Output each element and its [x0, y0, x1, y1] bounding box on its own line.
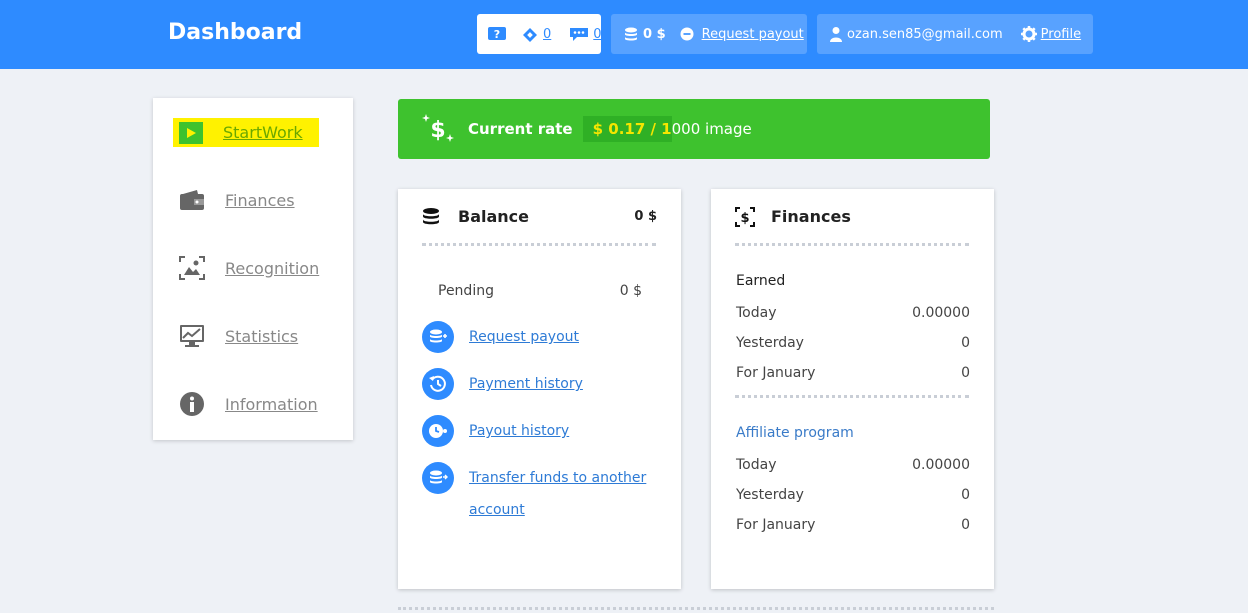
sidebar-item-label[interactable]: Statistics	[225, 327, 298, 346]
finances-card: $ Finances Earned Today 0.00000 Yesterda…	[711, 189, 994, 589]
earned-label: Earned	[736, 273, 786, 289]
payment-history-row[interactable]: Payment history	[422, 368, 649, 400]
request-payout-link[interactable]: Request payout	[702, 27, 804, 42]
info-icon	[177, 389, 207, 419]
row-value: 0	[961, 335, 970, 351]
earned-today-row: Today 0.00000	[736, 305, 970, 321]
row-label: Today	[736, 457, 777, 473]
row-value: 0	[961, 517, 970, 533]
rate-unit: 000 image	[671, 120, 752, 138]
gear-icon	[1020, 26, 1037, 42]
divider	[422, 243, 656, 246]
earned-month-row: For January 0	[736, 365, 970, 381]
earned-yesterday-row: Yesterday 0	[736, 335, 970, 351]
row-value: 0.00000	[912, 457, 970, 473]
pending-row: Pending 0 $	[438, 283, 642, 299]
coins-transfer-icon	[422, 462, 454, 494]
user-email: ozan.sen85@gmail.com	[847, 26, 1003, 42]
payment-history-link[interactable]: Payment history	[469, 368, 649, 400]
row-value: 0	[961, 487, 970, 503]
bottom-divider	[398, 607, 994, 610]
request-payout-link[interactable]: Request payout	[469, 321, 649, 353]
sidebar-item-statistics[interactable]: Statistics	[175, 321, 325, 351]
payout-history-row[interactable]: Payout history	[422, 415, 649, 447]
ticket-icon	[521, 26, 539, 42]
coins-icon	[623, 26, 639, 42]
row-label: For January	[736, 365, 816, 381]
balance-card: Balance 0 $ Pending 0 $ Request payout P…	[398, 189, 681, 589]
row-label: For January	[736, 517, 816, 533]
sidebar-item-startwork[interactable]: StartWork	[173, 118, 319, 147]
question-icon[interactable]: ?	[487, 26, 507, 42]
sidebar-item-information[interactable]: Information	[175, 389, 325, 419]
top-bar: Dashboard ? 0 0 0 $ Request payout ozan.…	[0, 0, 1248, 69]
monitor-chart-icon	[177, 321, 207, 351]
messages-icon	[569, 26, 589, 42]
sidebar-item-label[interactable]: StartWork	[223, 123, 303, 142]
clock-coins-icon	[422, 415, 454, 447]
rate-label: Current rate	[468, 120, 573, 138]
affiliate-yesterday-row: Yesterday 0	[736, 487, 970, 503]
history-icon	[422, 368, 454, 400]
pending-value: 0 $	[619, 283, 642, 299]
row-label: Today	[736, 305, 777, 321]
profile-link[interactable]: Profile	[1041, 27, 1081, 42]
row-label: Yesterday	[736, 487, 804, 503]
finances-title: Finances	[771, 207, 851, 226]
support-pill: ? 0 0	[477, 14, 602, 54]
svg-text:$: $	[430, 118, 445, 143]
play-icon	[179, 121, 203, 144]
transfer-funds-link[interactable]: Transfer funds to another account	[469, 462, 649, 526]
messages-count-link[interactable]: 0	[593, 27, 601, 42]
sidebar-item-label[interactable]: Finances	[225, 191, 295, 210]
header-balance: 0 $	[643, 26, 666, 42]
dollar-scan-icon: $	[735, 207, 755, 231]
svg-text:$: $	[740, 211, 749, 226]
payout-history-link[interactable]: Payout history	[469, 415, 649, 447]
svg-text:?: ?	[494, 28, 500, 41]
row-label: Yesterday	[736, 335, 804, 351]
sidebar: StartWork Finances Recognition Statistic…	[153, 98, 353, 440]
divider	[735, 395, 969, 398]
row-value: 0.00000	[912, 305, 970, 321]
affiliate-today-row: Today 0.00000	[736, 457, 970, 473]
image-scan-icon	[177, 253, 207, 283]
balance-pill: 0 $ Request payout	[611, 14, 807, 54]
sidebar-item-finances[interactable]: Finances	[175, 185, 325, 215]
tickets-count-link[interactable]: 0	[543, 27, 551, 42]
coins-stack-icon	[422, 207, 440, 231]
balance-amount: 0 $	[634, 209, 657, 224]
request-payout-row[interactable]: Request payout	[422, 321, 649, 353]
coins-add-icon	[422, 321, 454, 353]
affiliate-month-row: For January 0	[736, 517, 970, 533]
sidebar-item-recognition[interactable]: Recognition	[175, 253, 325, 283]
affiliate-label: Affiliate program	[736, 425, 854, 441]
balance-title: Balance	[458, 207, 529, 226]
user-pill: ozan.sen85@gmail.com Profile	[817, 14, 1093, 54]
page-title: Dashboard	[168, 20, 303, 45]
pending-label: Pending	[438, 283, 494, 299]
sidebar-item-label[interactable]: Information	[225, 395, 318, 414]
minus-circle-icon	[680, 27, 694, 41]
rate-value: $ 0.17 / 1	[582, 116, 672, 142]
sidebar-item-label[interactable]: Recognition	[225, 259, 319, 278]
transfer-funds-row[interactable]: Transfer funds to another account	[422, 462, 649, 526]
current-rate-banner: $ Current rate $ 0.17 / 1 000 image	[398, 99, 990, 159]
divider	[735, 243, 969, 246]
user-icon	[829, 26, 843, 42]
dollar-sparkle-icon: $	[422, 112, 456, 146]
row-value: 0	[961, 365, 970, 381]
wallet-icon	[177, 185, 207, 215]
